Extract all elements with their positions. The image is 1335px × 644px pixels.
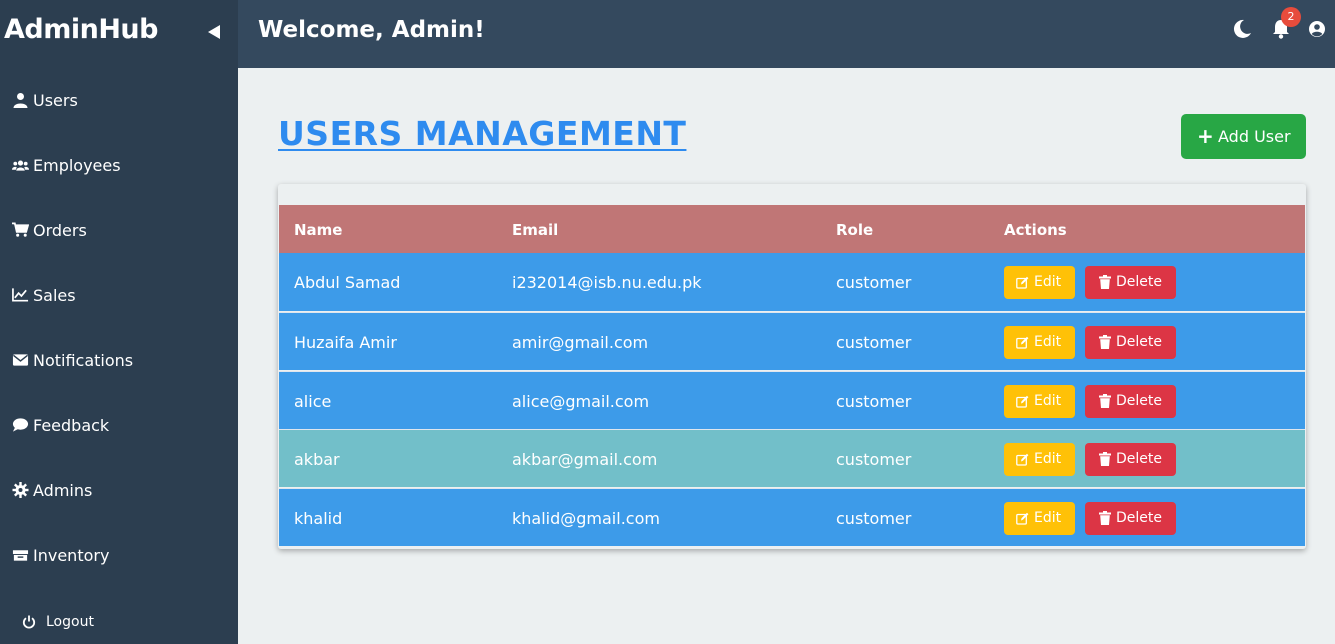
cell-name: alice [294,391,332,411]
edit-button[interactable]: Edit [1004,325,1075,359]
edit-icon [1016,336,1029,349]
edit-icon [1016,395,1029,408]
gear-icon [12,482,29,498]
cell-name: Huzaifa Amir [294,332,397,352]
trash-icon [1099,334,1111,349]
sidebar-item-label: Employees [33,156,121,175]
column-header-name[interactable]: Name [294,221,342,239]
table-row: Huzaifa Amir amir@gmail.com customer Edit De… [279,311,1305,370]
cart-icon [12,222,29,237]
sidebar-item-employees[interactable]: Employees [0,145,238,185]
edit-label: Edit [1034,451,1062,468]
cell-role: customer [836,273,912,292]
table-row: akbar akbar@gmail.com customer Edit Delete [279,429,1305,488]
sidebar-item-notifications[interactable]: Notifications [0,340,238,380]
edit-button[interactable]: Edit [1004,384,1075,418]
cell-email: khalid@gmail.com [512,509,660,529]
delete-button[interactable]: Delete [1085,384,1176,418]
edit-label: Edit [1034,392,1062,409]
delete-label: Delete [1116,274,1162,290]
sidebar-item-inventory[interactable]: Inventory [0,535,238,575]
user-icon [13,93,28,108]
sidebar-item-admins[interactable]: Admins [0,470,238,510]
sidebar-item-sales[interactable]: Sales [0,275,238,315]
delete-label: Delete [1116,451,1162,468]
column-header-role[interactable]: Role [836,221,873,239]
delete-label: Delete [1116,510,1162,527]
cell-name: khalid [294,509,343,529]
delete-label: Delete [1116,392,1162,409]
users-table: Name Email Role Actions Abdul Samad i2320… [278,184,1306,549]
edit-icon [1016,454,1029,467]
plus-icon: + [1197,124,1214,148]
logout-label: Logout [46,614,94,630]
brand-logo[interactable]: AdminHub [4,14,158,45]
cell-role: customer [836,391,912,411]
sidebar-item-label: Orders [33,221,87,240]
sidebar: Users Employees Orders Sales Notificatio… [0,68,238,644]
edit-icon [1016,512,1029,525]
trash-icon [1099,275,1111,289]
cell-name: Abdul Samad [294,273,401,292]
table-row: Abdul Samad i232014@isb.nu.edu.pk customer… [279,253,1305,311]
notification-count-badge: 2 [1281,7,1301,27]
sidebar-item-label: Inventory [33,546,110,565]
delete-label: Delete [1116,333,1162,350]
trash-icon [1099,393,1111,408]
sidebar-item-orders[interactable]: Orders [0,210,238,250]
sidebar-item-feedback[interactable]: Feedback [0,405,238,445]
edit-label: Edit [1034,333,1062,350]
table-header: Name Email Role Actions [279,205,1305,253]
collapse-sidebar-icon[interactable] [205,22,223,42]
user-profile-icon[interactable] [1308,20,1326,38]
welcome-message: Welcome, Admin! [258,17,485,43]
table-row: khalid khalid@gmail.com customer Edit Delete [279,488,1305,547]
edit-button[interactable]: Edit [1004,443,1075,477]
logout-button[interactable]: Logout [0,602,238,642]
cell-email: alice@gmail.com [512,391,650,411]
add-user-label: Add User [1218,127,1291,146]
column-header-email[interactable]: Email [512,221,558,239]
cell-role: customer [836,450,912,470]
cell-email: akbar@gmail.com [512,450,658,470]
edit-button[interactable]: Edit [1004,502,1075,536]
power-icon [22,615,36,629]
sidebar-item-label: Admins [33,481,93,500]
dark-mode-moon-icon[interactable] [1231,18,1253,40]
trash-icon [1099,452,1111,467]
edit-label: Edit [1034,510,1062,527]
comment-icon [12,418,29,432]
table-row: alice alice@gmail.com customer Edit Delete [279,370,1305,429]
box-icon [12,550,29,561]
page-title: USERS MANAGEMENT [278,114,687,153]
sidebar-item-label: Users [33,91,78,110]
delete-button[interactable]: Delete [1085,266,1176,299]
cell-role: customer [836,509,912,529]
top-bar: AdminHub Welcome, Admin! 2 [0,0,1335,68]
users-icon [12,160,29,171]
edit-label: Edit [1034,274,1062,290]
cell-role: customer [836,332,912,352]
cell-name: akbar [294,450,340,470]
delete-button[interactable]: Delete [1085,443,1176,477]
edit-icon [1016,276,1029,289]
cell-email: amir@gmail.com [512,332,649,352]
sidebar-item-label: Sales [33,286,76,305]
trash-icon [1099,511,1111,526]
add-user-button[interactable]: + Add User [1181,114,1306,159]
sidebar-item-users[interactable]: Users [0,80,238,120]
envelope-icon [12,354,29,366]
edit-button[interactable]: Edit [1004,266,1075,299]
cell-email: i232014@isb.nu.edu.pk [512,273,702,292]
column-header-actions: Actions [1004,221,1067,239]
sidebar-item-label: Notifications [33,351,134,370]
delete-button[interactable]: Delete [1085,502,1176,536]
brand-area: AdminHub [0,0,238,68]
delete-button[interactable]: Delete [1085,325,1176,359]
sidebar-item-label: Feedback [33,416,110,435]
chart-line-icon [12,288,29,302]
